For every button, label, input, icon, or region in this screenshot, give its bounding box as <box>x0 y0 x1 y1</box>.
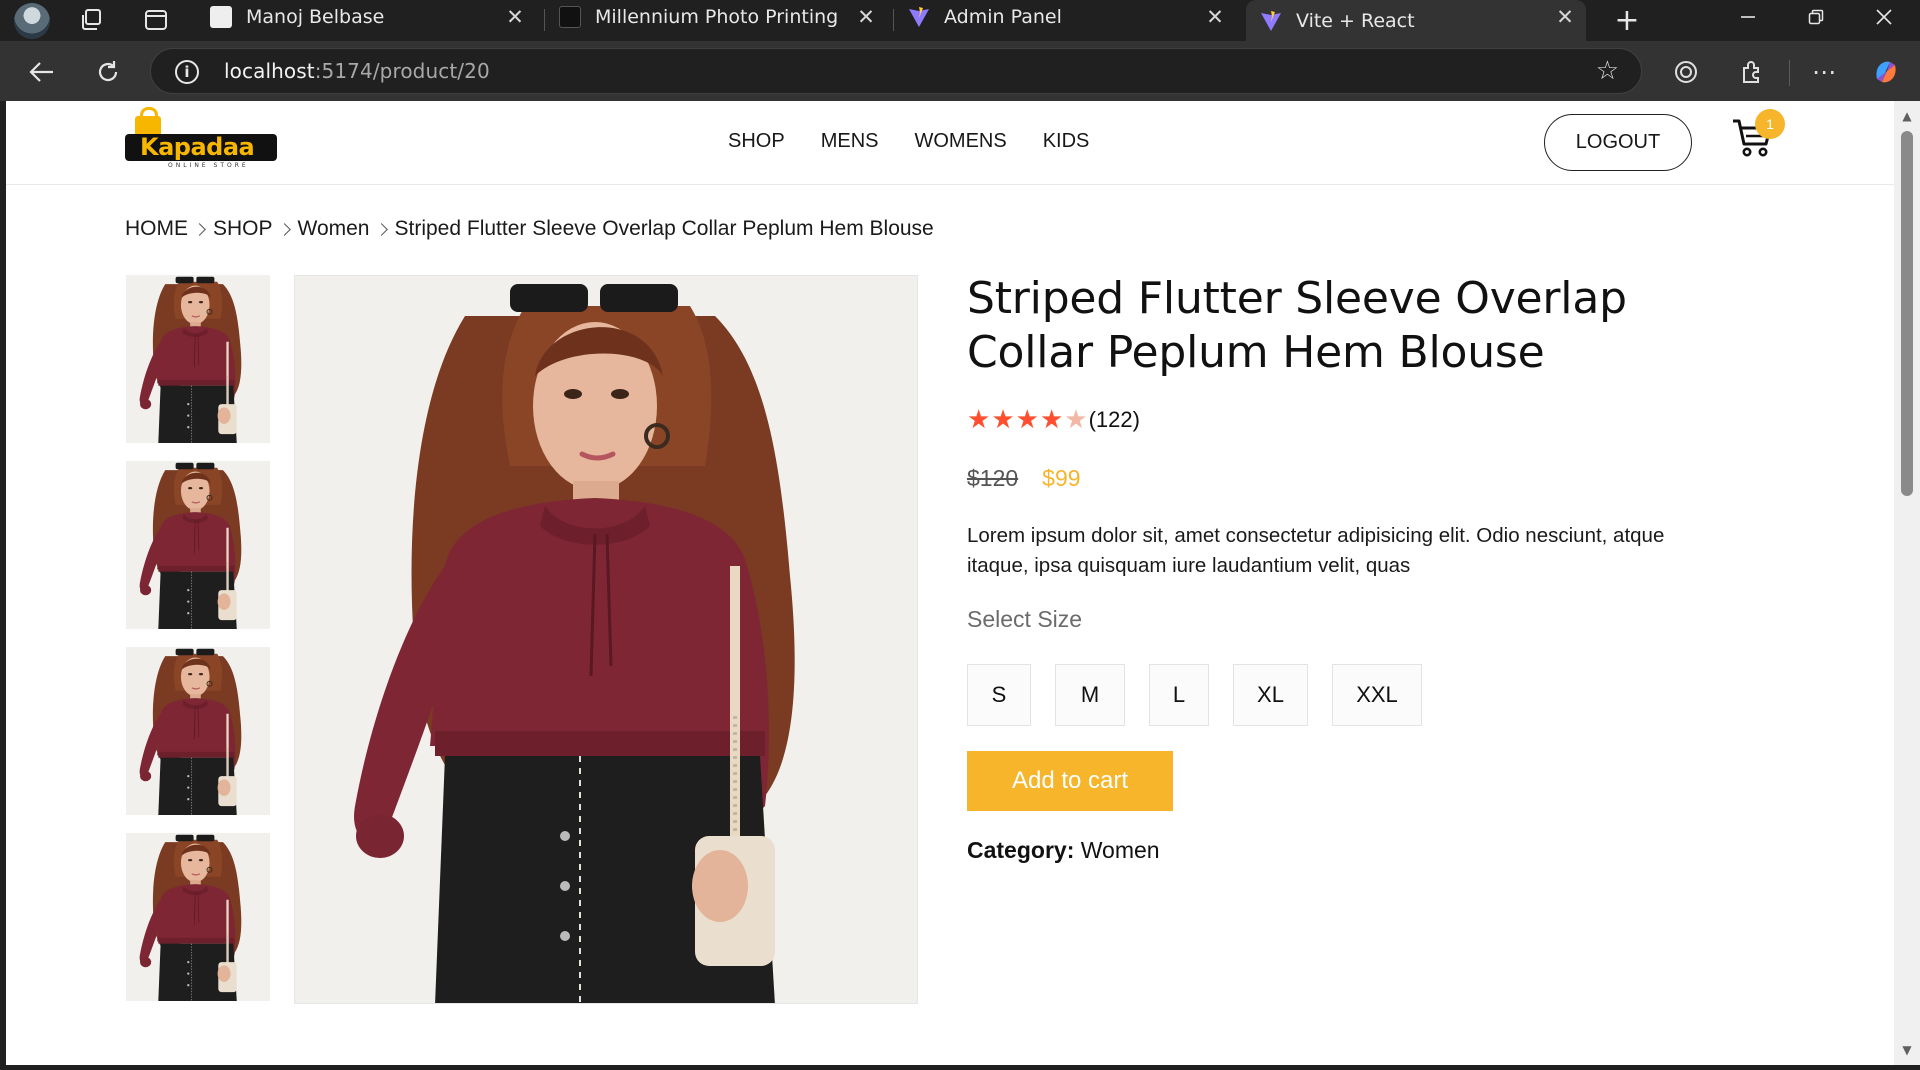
scroll-up-arrow-icon[interactable]: ▲ <box>1900 109 1914 123</box>
tab-close-icon[interactable]: ✕ <box>504 6 526 28</box>
profile-avatar[interactable] <box>14 3 50 39</box>
star-icon: ★ <box>967 404 991 434</box>
back-arrow-icon[interactable] <box>22 52 62 92</box>
favorite-star-icon[interactable]: ☆ <box>1596 58 1619 84</box>
tab-title: Millennium Photo Printing <box>595 6 839 28</box>
restore-icon[interactable] <box>1782 0 1850 34</box>
product-thumbnail[interactable] <box>126 461 270 629</box>
new-price: $99 <box>1042 465 1081 491</box>
extensions-icon[interactable] <box>1732 52 1772 92</box>
tracking-prevention-icon[interactable] <box>1666 52 1706 92</box>
add-to-cart-button[interactable]: Add to cart <box>967 751 1173 811</box>
product-category: Category: Women <box>967 837 1160 864</box>
product-thumbnail[interactable] <box>126 647 270 815</box>
site-header: Kapadaa ONLINE STORE SHOP MENS WOMENS KI… <box>6 101 1894 185</box>
minimize-icon[interactable] <box>1714 0 1782 34</box>
scrollbar-thumb[interactable] <box>1901 131 1913 496</box>
model-photo <box>126 275 270 443</box>
size-option-xxl[interactable]: XXL <box>1332 664 1422 726</box>
page-viewport: Kapadaa ONLINE STORE SHOP MENS WOMENS KI… <box>6 101 1894 1065</box>
star-icon: ★ <box>1064 404 1088 434</box>
vite-icon <box>908 6 930 28</box>
breadcrumb-current: Striped Flutter Sleeve Overlap Collar Pe… <box>394 217 934 240</box>
more-menu-icon[interactable]: ⋯ <box>1804 52 1844 92</box>
tab-millennium-photo-printing[interactable]: Millennium Photo Printing ✕ <box>545 0 887 34</box>
main-menu: SHOP MENS WOMENS KIDS <box>728 130 1125 153</box>
model-photo <box>295 276 917 1003</box>
menu-item-mens[interactable]: MENS <box>821 130 879 153</box>
reload-icon[interactable] <box>88 52 128 92</box>
breadcrumb-category[interactable]: Women <box>298 217 370 241</box>
page-scrollbar[interactable]: ▲ ▼ <box>1894 101 1920 1065</box>
vite-icon <box>1260 10 1282 32</box>
star-icon: ★ <box>1015 404 1039 434</box>
url-text[interactable]: localhost:5174/product/20 <box>224 59 490 83</box>
tab-favicon <box>559 6 581 28</box>
logo-subtitle: ONLINE STORE <box>168 162 249 169</box>
chevron-right-icon <box>193 222 206 236</box>
breadcrumb: HOME SHOP Women Striped Flutter Sleeve O… <box>125 217 934 241</box>
tab-close-icon[interactable]: ✕ <box>1554 6 1576 28</box>
price-block: $120 $99 <box>967 465 1081 492</box>
size-option-l[interactable]: L <box>1149 664 1209 726</box>
breadcrumb-shop[interactable]: SHOP <box>213 217 273 241</box>
product-title: Striped Flutter Sleeve Overlap Collar Pe… <box>967 273 1627 378</box>
logo-text: Kapadaa <box>140 133 255 161</box>
close-window-icon[interactable] <box>1850 0 1918 34</box>
toolbar-divider <box>1789 60 1790 86</box>
product-main-image <box>294 275 918 1004</box>
menu-item-kids[interactable]: KIDS <box>1043 130 1090 153</box>
product-thumbnail[interactable] <box>126 833 270 1001</box>
review-count: (122) <box>1088 407 1140 432</box>
site-logo[interactable]: Kapadaa ONLINE STORE <box>125 107 277 173</box>
old-price: $120 <box>967 465 1019 491</box>
copilot-icon[interactable] <box>1866 52 1906 92</box>
chevron-right-icon <box>277 222 291 236</box>
browser-toolbar: i localhost:5174/product/20 ☆ ⋯ <box>0 41 1920 101</box>
product-description: Lorem ipsum dolor sit, amet consectetur … <box>967 524 1665 577</box>
category-label: Category: <box>967 837 1075 863</box>
model-photo <box>126 461 270 629</box>
model-photo <box>126 647 270 815</box>
size-options: S M L XL XXL <box>967 664 1446 726</box>
tab-title: Vite + React <box>1296 9 1415 32</box>
tab-close-icon[interactable]: ✕ <box>855 6 877 28</box>
category-value[interactable]: Women <box>1081 837 1160 863</box>
rating-stars: ★★★★★ <box>967 406 1089 434</box>
chevron-right-icon <box>374 222 388 236</box>
tab-manoj-belbase[interactable]: Manoj Belbase ✕ <box>196 0 536 34</box>
tab-vite-react[interactable]: Vite + React ✕ <box>1246 0 1586 41</box>
product-thumbnail[interactable] <box>126 275 270 443</box>
scroll-down-arrow-icon[interactable]: ▼ <box>1900 1043 1914 1057</box>
select-size-label: Select Size <box>967 606 1083 632</box>
size-option-m[interactable]: M <box>1055 664 1125 726</box>
star-icon: ★ <box>1039 404 1064 434</box>
logout-button[interactable]: LOGOUT <box>1544 114 1692 171</box>
tab-title: Admin Panel <box>944 6 1062 28</box>
address-bar[interactable]: i localhost:5174/product/20 ☆ <box>150 48 1642 94</box>
site-info-icon[interactable]: i <box>175 60 199 84</box>
menu-item-shop[interactable]: SHOP <box>728 130 785 153</box>
size-option-xl[interactable]: XL <box>1233 664 1308 726</box>
cart-count-badge: 1 <box>1755 109 1785 139</box>
tab-close-icon[interactable]: ✕ <box>1204 6 1226 28</box>
model-photo <box>126 833 270 1001</box>
menu-item-womens[interactable]: WOMENS <box>914 130 1006 153</box>
tab-actions-icon[interactable] <box>140 4 172 36</box>
product-rating: ★★★★★ (122) <box>967 406 1140 434</box>
tab-admin-panel[interactable]: Admin Panel ✕ <box>894 0 1236 34</box>
tab-title: Manoj Belbase <box>246 6 385 28</box>
tab-favicon <box>210 6 232 28</box>
size-option-s[interactable]: S <box>967 664 1031 726</box>
workspaces-icon[interactable] <box>76 4 108 36</box>
breadcrumb-home[interactable]: HOME <box>125 217 188 241</box>
new-tab-icon[interactable]: + <box>1611 3 1643 38</box>
browser-tab-bar: Manoj Belbase ✕ Millennium Photo Printin… <box>0 0 1920 41</box>
star-icon: ★ <box>991 404 1015 434</box>
